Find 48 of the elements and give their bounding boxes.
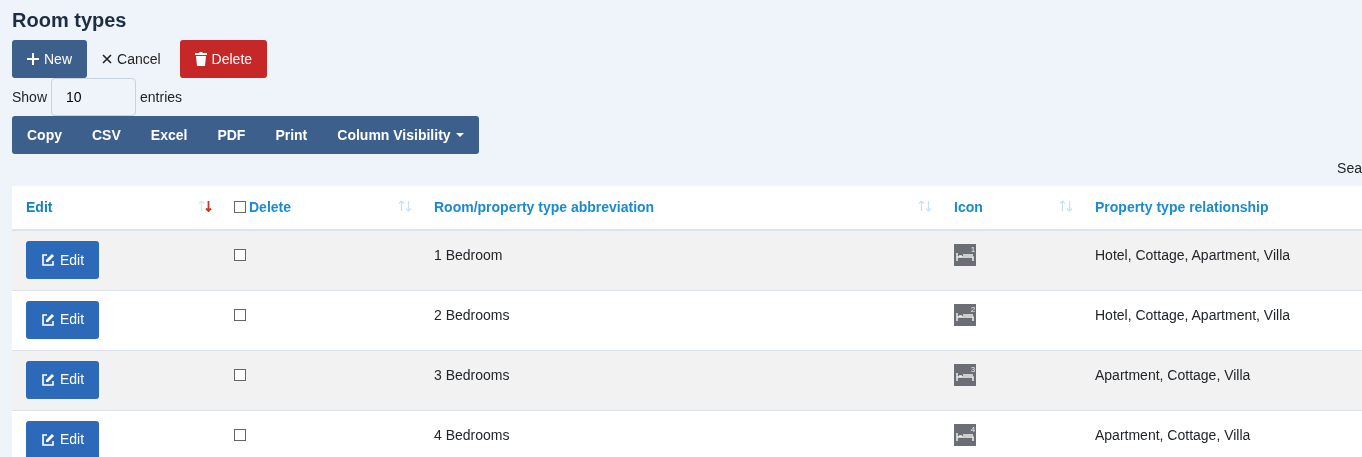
edit-icon	[41, 372, 55, 387]
bed-icon: 4	[954, 423, 976, 446]
table-cell: Hotel, Cottage, Apartment, Villa	[1095, 247, 1291, 263]
page-title: Room types	[12, 8, 128, 32]
close-icon	[102, 54, 112, 64]
row-checkbox[interactable]	[234, 249, 246, 261]
column-header[interactable]: Room/property type abbreviation	[434, 199, 655, 215]
export-button[interactable]: Copy	[12, 116, 77, 154]
export-button[interactable]: Print	[260, 116, 323, 154]
column-header[interactable]: Edit	[26, 199, 53, 215]
table-cell: 4 Bedrooms	[434, 426, 510, 443]
entries-field[interactable]: 10	[51, 78, 137, 116]
row-checkbox[interactable]	[234, 428, 246, 441]
export-button[interactable]: PDF	[202, 116, 261, 154]
cancel-button[interactable]: Cancel	[87, 40, 176, 78]
plus-icon	[27, 53, 39, 65]
export-button[interactable]: Excel	[135, 116, 203, 154]
select-all-checkbox[interactable]	[234, 201, 246, 213]
edit-button[interactable]: Edit	[26, 241, 100, 279]
export-button[interactable]: CSV	[77, 116, 136, 154]
edit-icon	[41, 312, 55, 327]
edit-button[interactable]: Edit	[26, 300, 100, 339]
trash-icon	[194, 52, 207, 66]
sort-icon[interactable]	[198, 200, 212, 212]
search-label: Sea	[1337, 160, 1362, 176]
edit-icon	[41, 432, 55, 447]
column-header[interactable]: Property type relationship	[1095, 199, 1269, 215]
bed-icon: 2	[954, 303, 976, 326]
new-button[interactable]: New	[12, 40, 87, 78]
column-header[interactable]: Delete	[249, 199, 292, 215]
edit-button[interactable]: Edit	[26, 420, 100, 457]
edit-button[interactable]: Edit	[26, 360, 100, 399]
table-cell: 3 Bedrooms	[434, 366, 510, 383]
table-cell: 2 Bedrooms	[434, 306, 510, 323]
row-checkbox[interactable]	[234, 368, 246, 381]
column-header[interactable]: Icon	[954, 199, 983, 215]
show-label: Show	[12, 87, 48, 107]
delete-button[interactable]: Delete	[179, 40, 268, 78]
edit-icon	[41, 253, 55, 267]
table-cell: Apartment, Cottage, Villa	[1095, 366, 1251, 383]
bed-icon: 1	[954, 244, 976, 267]
column-visibility-dropdown[interactable]: Column Visibility	[322, 116, 479, 154]
table-cell: Apartment, Cottage, Villa	[1095, 426, 1251, 443]
bed-icon: 3	[954, 363, 976, 386]
entries-label: entries	[140, 87, 183, 107]
table-cell: Hotel, Cottage, Apartment, Villa	[1095, 306, 1291, 323]
row-checkbox[interactable]	[234, 308, 246, 321]
table-cell: 1 Bedroom	[434, 247, 503, 263]
